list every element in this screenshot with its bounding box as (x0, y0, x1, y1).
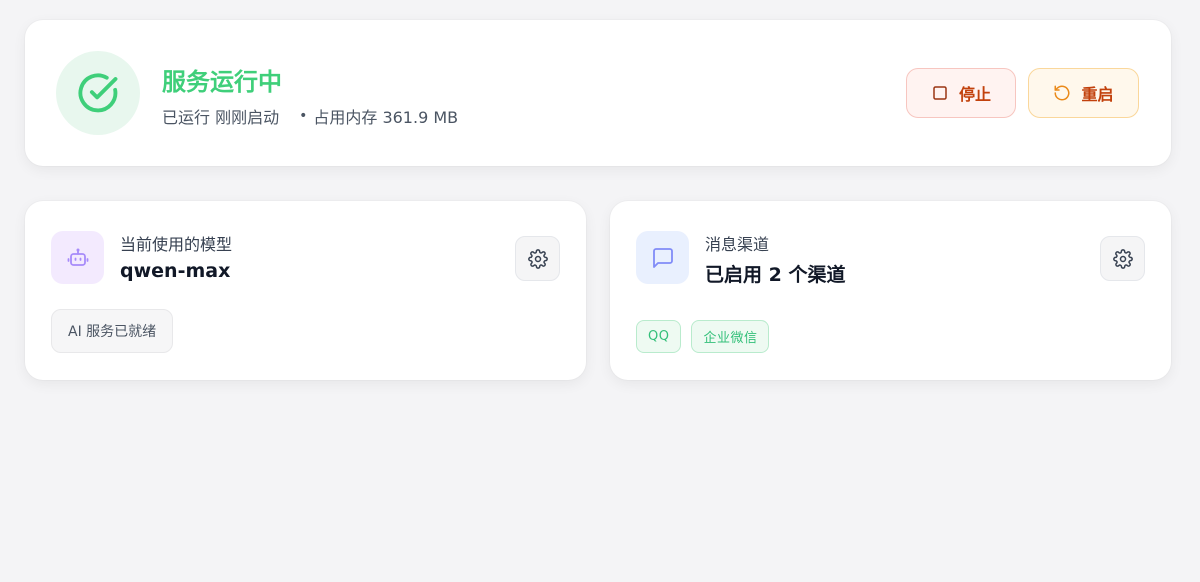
channel-settings-button[interactable] (1100, 236, 1145, 281)
rotate-ccw-icon (1054, 85, 1070, 101)
memory-usage-text: 占用内存 361.9 MB (313, 108, 459, 127)
ai-ready-badge: AI 服务已就绪 (51, 309, 174, 353)
stop-square-icon (933, 86, 947, 100)
uptime-text: 已运行 刚刚启动 (162, 108, 280, 127)
robot-icon (67, 248, 88, 266)
channel-tag-wecom: 企业微信 (691, 320, 770, 353)
channel-tag-qq: QQ (636, 320, 682, 353)
current-model-name: qwen-max (120, 260, 231, 282)
channels-card-label: 消息渠道 (705, 235, 770, 254)
model-settings-button[interactable] (515, 236, 560, 281)
gear-icon (1112, 248, 1133, 269)
separator-dot: • (299, 108, 308, 124)
model-card-label: 当前使用的模型 (120, 235, 233, 254)
restart-button-label: 重启 (1081, 85, 1114, 104)
enabled-channels-count: 已启用 2 个渠道 (705, 264, 846, 286)
restart-button[interactable]: 重启 (1028, 68, 1139, 118)
dashboard: 服务运行中 已运行 刚刚启动 • 占用内存 361.9 MB 停止 重启 当前使… (0, 0, 1200, 582)
status-indicator (56, 51, 140, 135)
model-card: 当前使用的模型 qwen-max AI 服务已就绪 (25, 201, 586, 380)
model-icon-wrap (51, 231, 104, 284)
message-square-icon (652, 247, 673, 268)
channel-icon-wrap (636, 231, 689, 284)
gear-icon (527, 248, 548, 269)
status-meta: 已运行 刚刚启动 • 占用内存 361.9 MB (162, 104, 458, 128)
status-title: 服务运行中 (162, 68, 282, 96)
channel-tags: QQ 企业微信 (636, 320, 770, 353)
channels-card: 消息渠道 已启用 2 个渠道 QQ 企业微信 (610, 201, 1171, 380)
stop-button[interactable]: 停止 (906, 68, 1016, 118)
check-circle-icon (78, 73, 118, 113)
service-status-card: 服务运行中 已运行 刚刚启动 • 占用内存 361.9 MB 停止 重启 (25, 20, 1171, 166)
stop-button-label: 停止 (958, 85, 991, 104)
